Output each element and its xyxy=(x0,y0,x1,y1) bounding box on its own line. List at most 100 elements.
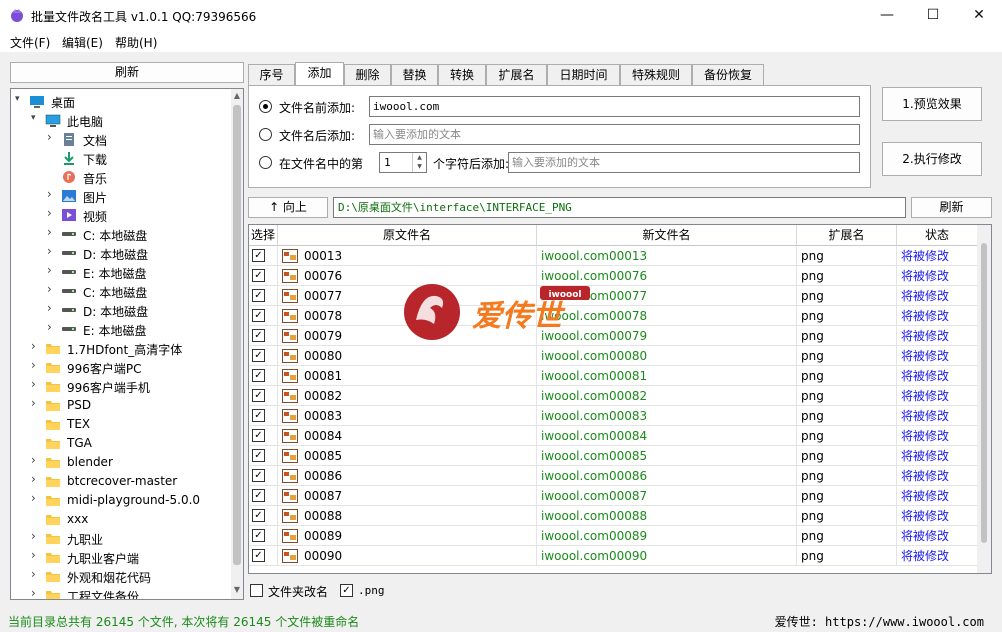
tree-item[interactable]: › 视频 xyxy=(11,206,233,225)
tab-delete[interactable]: 删除 xyxy=(344,64,391,85)
row-checkbox[interactable]: ✓ xyxy=(252,509,265,522)
expand-closed-icon[interactable]: › xyxy=(31,529,41,543)
tree-item[interactable]: › 1.7HDfont_高清字体 xyxy=(11,339,233,358)
execute-button[interactable]: 2.执行修改 xyxy=(882,142,982,176)
menu-help[interactable]: 帮助(H) xyxy=(115,34,157,51)
row-checkbox[interactable]: ✓ xyxy=(252,289,265,302)
suffix-input[interactable] xyxy=(369,124,860,145)
table-row[interactable]: ✓ 00086 iwoool.com00086 png 将被修改 xyxy=(249,466,978,486)
tree-item[interactable]: TEX xyxy=(11,415,233,434)
position-stepper[interactable]: 1 ▲ ▼ xyxy=(379,152,427,173)
row-checkbox[interactable]: ✓ xyxy=(252,549,265,562)
tree-item[interactable]: › D: 本地磁盘 xyxy=(11,301,233,320)
tab-add[interactable]: 添加 xyxy=(295,62,344,85)
tree-item[interactable]: › PSD xyxy=(11,396,233,415)
scroll-up-icon[interactable]: ▲ xyxy=(232,91,242,100)
tab-special-rules[interactable]: 特殊规则 xyxy=(620,64,692,85)
tree-item[interactable]: › E: 本地磁盘 xyxy=(11,263,233,282)
tree-item[interactable]: › C: 本地磁盘 xyxy=(11,225,233,244)
scroll-down-icon[interactable]: ▼ xyxy=(232,585,242,594)
table-row[interactable]: ✓ 00080 iwoool.com00080 png 将被修改 xyxy=(249,346,978,366)
menu-file[interactable]: 文件(F) xyxy=(10,34,50,51)
middle-input[interactable] xyxy=(508,152,860,173)
row-checkbox[interactable]: ✓ xyxy=(252,449,265,462)
expand-closed-icon[interactable]: › xyxy=(31,491,41,505)
tree-item[interactable]: › D: 本地磁盘 xyxy=(11,244,233,263)
table-row[interactable]: ✓ 00085 iwoool.com00085 png 将被修改 xyxy=(249,446,978,466)
stepper-arrows-icon[interactable]: ▲ ▼ xyxy=(412,153,426,172)
tab-replace[interactable]: 替换 xyxy=(391,64,438,85)
list-refresh-button[interactable]: 刷新 xyxy=(911,197,992,218)
preview-button[interactable]: 1.预览效果 xyxy=(882,87,982,121)
row-checkbox[interactable]: ✓ xyxy=(252,269,265,282)
expand-closed-icon[interactable]: › xyxy=(47,206,57,220)
expand-closed-icon[interactable]: › xyxy=(31,453,41,467)
tree-scroll-thumb[interactable] xyxy=(233,105,241,565)
tree-item[interactable]: › btcrecover-master xyxy=(11,472,233,491)
expand-closed-icon[interactable]: › xyxy=(31,567,41,581)
table-row[interactable]: ✓ 00089 iwoool.com00089 png 将被修改 xyxy=(249,526,978,546)
close-button[interactable]: ✕ xyxy=(956,0,1002,30)
expand-closed-icon[interactable]: › xyxy=(47,282,57,296)
table-row[interactable]: ✓ 00087 iwoool.com00087 png 将被修改 xyxy=(249,486,978,506)
expand-closed-icon[interactable]: › xyxy=(31,586,41,599)
tree-item[interactable]: › blender xyxy=(11,453,233,472)
expand-closed-icon[interactable]: › xyxy=(31,377,41,391)
header-select[interactable]: 选择 xyxy=(249,225,278,246)
expand-closed-icon[interactable]: › xyxy=(47,225,57,239)
tree-item[interactable]: 下载 xyxy=(11,149,233,168)
tab-convert[interactable]: 转换 xyxy=(438,64,486,85)
tree-item[interactable]: › E: 本地磁盘 xyxy=(11,320,233,339)
row-checkbox[interactable]: ✓ xyxy=(252,409,265,422)
expand-closed-icon[interactable]: › xyxy=(31,548,41,562)
tree-item[interactable]: 音乐 xyxy=(11,168,233,187)
expand-open-icon[interactable]: ▾ xyxy=(15,94,25,104)
row-checkbox[interactable]: ✓ xyxy=(252,369,265,382)
expand-closed-icon[interactable]: › xyxy=(47,187,57,201)
tree-item[interactable]: xxx xyxy=(11,510,233,529)
tree-item[interactable]: › 996客户端手机 xyxy=(11,377,233,396)
table-row[interactable]: ✓ 00081 iwoool.com00081 png 将被修改 xyxy=(249,366,978,386)
minimize-button[interactable]: — xyxy=(864,0,910,30)
prefix-input[interactable] xyxy=(369,96,860,117)
tree-item[interactable]: › 996客户端PC xyxy=(11,358,233,377)
tree-item[interactable]: TGA xyxy=(11,434,233,453)
tab-sequence[interactable]: 序号 xyxy=(248,64,295,85)
grid-scroll-thumb[interactable] xyxy=(981,243,987,543)
file-grid[interactable]: 选择 原文件名 新文件名 扩展名 状态 ✓ 00013 iwoool.com0001… xyxy=(248,224,992,574)
prefix-radio[interactable] xyxy=(259,100,272,113)
row-checkbox[interactable]: ✓ xyxy=(252,489,265,502)
ext-filter-checkbox[interactable]: ✓ xyxy=(340,584,353,597)
folder-tree[interactable]: ▾ 桌面 ▾ 此电脑 › 文档 下载 音乐 › 图片 › 视频 › C: 本地磁盘 › D: 本地磁盘 › E: … xyxy=(10,88,244,600)
tree-item[interactable]: › 九职业 xyxy=(11,529,233,548)
header-original-name[interactable]: 原文件名 xyxy=(278,225,537,246)
row-checkbox[interactable]: ✓ xyxy=(252,249,265,262)
header-new-name[interactable]: 新文件名 xyxy=(537,225,797,246)
table-row[interactable]: ✓ 00084 iwoool.com00084 png 将被修改 xyxy=(249,426,978,446)
suffix-radio[interactable] xyxy=(259,128,272,141)
row-checkbox[interactable]: ✓ xyxy=(252,329,265,342)
row-checkbox[interactable]: ✓ xyxy=(252,429,265,442)
table-row[interactable]: ✓ 00079 iwoool.com00079 png 将被修改 xyxy=(249,326,978,346)
path-field[interactable]: D:\原桌面文件\interface\INTERFACE_PNG xyxy=(333,197,906,218)
expand-closed-icon[interactable]: › xyxy=(31,396,41,410)
tree-item[interactable]: › 工程文件备份 xyxy=(11,586,233,599)
tree-item[interactable]: › midi-playground-5.0.0 xyxy=(11,491,233,510)
row-checkbox[interactable]: ✓ xyxy=(252,309,265,322)
tree-item[interactable]: ▾ 桌面 xyxy=(11,92,233,111)
tab-datetime[interactable]: 日期时间 xyxy=(547,64,620,85)
tree-item[interactable]: › 九职业客户端 xyxy=(11,548,233,567)
row-checkbox[interactable]: ✓ xyxy=(252,349,265,362)
grid-scrollbar[interactable] xyxy=(977,225,991,573)
table-row[interactable]: ✓ 00083 iwoool.com00083 png 将被修改 xyxy=(249,406,978,426)
tree-item[interactable]: › C: 本地磁盘 xyxy=(11,282,233,301)
table-row[interactable]: ✓ 00088 iwoool.com00088 png 将被修改 xyxy=(249,506,978,526)
tree-item[interactable]: ▾ 此电脑 xyxy=(11,111,233,130)
tab-extension[interactable]: 扩展名 xyxy=(486,64,547,85)
row-checkbox[interactable]: ✓ xyxy=(252,389,265,402)
table-row[interactable]: ✓ 00013 iwoool.com00013 png 将被修改 xyxy=(249,246,978,266)
expand-closed-icon[interactable]: › xyxy=(31,472,41,486)
row-checkbox[interactable]: ✓ xyxy=(252,529,265,542)
tree-refresh-button[interactable]: 刷新 xyxy=(10,62,244,83)
expand-closed-icon[interactable]: › xyxy=(47,263,57,277)
